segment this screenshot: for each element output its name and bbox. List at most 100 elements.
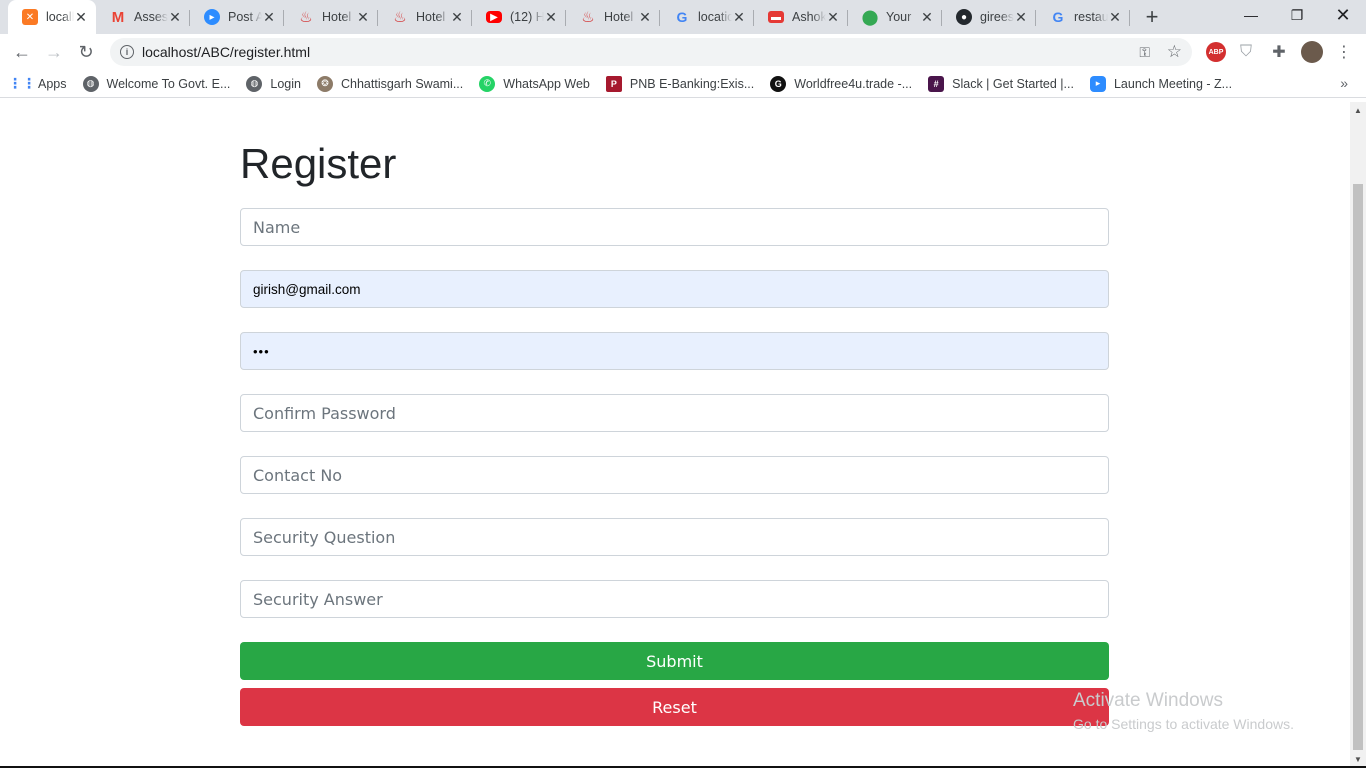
close-icon[interactable]: ✕ [1014,9,1028,26]
close-window-button[interactable]: ✕ [1320,0,1366,30]
menu-icon[interactable]: ⋮ [1334,42,1354,62]
xampp-icon: ✕ [22,9,38,25]
bookmark-item[interactable]: # Slack | Get Started |... [920,75,1082,92]
name-input[interactable] [240,208,1109,246]
close-icon[interactable]: ✕ [262,9,276,26]
scrollbar-thumb[interactable] [1353,184,1363,750]
bookmark-label: PNB E-Banking:Exis... [629,76,755,91]
extensions-icon[interactable]: ✚ [1269,42,1289,62]
browser-toolbar: ← → ↻ i localhost/ABC/register.html ⚿ ☆ … [0,34,1366,70]
scroll-up-icon[interactable]: ▲ [1354,106,1362,115]
apps-grid-icon: ⋮⋮ [8,75,36,91]
bookmark-item[interactable]: ❂ Chhattisgarh Swami... [309,75,471,92]
bookmark-star-icon[interactable]: ☆ [1167,42,1182,62]
security-answer-input[interactable] [240,580,1109,618]
confirm-password-input[interactable] [240,394,1109,432]
tab-item[interactable]: ♨ Hotel ✕ [566,0,660,34]
github-icon: ● [956,9,972,25]
bookmark-label: Chhattisgarh Swami... [340,76,464,91]
close-icon[interactable]: ✕ [74,9,88,26]
zoom-icon: ▸ [204,9,220,25]
close-icon[interactable]: ✕ [1108,9,1122,26]
tab-item[interactable]: G restaurant ✕ [1036,0,1130,34]
close-icon[interactable]: ✕ [826,9,840,26]
minimize-button[interactable]: — [1228,0,1274,30]
bookmark-label: Welcome To Govt. E... [106,76,231,91]
bookmark-item[interactable]: ▸ Launch Meeting - Z... [1082,75,1240,92]
emblem-icon: ❂ [316,75,333,92]
bookmark-item[interactable]: ◍ Login [238,75,309,92]
bookmark-item[interactable]: G Worldfree4u.trade -... [762,75,920,92]
close-icon[interactable]: ✕ [638,9,652,26]
chevron-right-icon[interactable]: » [1340,75,1348,91]
page-viewport: Register ••• Submit Reset Activate Windo… [0,102,1350,768]
tab-active[interactable]: ✕ localhost/ABC/register.html ✕ [8,0,96,34]
tab-title: Post Attendee [228,10,262,24]
hotel-icon: ♨ [393,9,407,26]
tab-item[interactable]: ♨ Hotel ✕ [378,0,472,34]
shield-icon[interactable]: ⛉ [1236,42,1256,62]
close-icon[interactable]: ✕ [732,9,746,26]
pnb-icon: P [605,75,622,92]
reset-button[interactable]: Reset [240,688,1109,726]
reload-button[interactable]: ↻ [70,36,102,68]
scroll-down-icon[interactable]: ▼ [1354,755,1362,764]
tab-item[interactable]: G location ✕ [660,0,754,34]
tab-title: localhost/ABC/register.html [46,10,74,24]
email-input[interactable] [240,270,1109,308]
tab-item[interactable]: ▬ Ashok ✕ [754,0,848,34]
tab-title: Assessments [134,10,168,24]
contact-input[interactable] [240,456,1109,494]
close-icon[interactable]: ✕ [450,9,464,26]
restore-button[interactable]: ❐ [1274,0,1320,30]
vertical-scrollbar[interactable]: ▲ ▼ [1350,102,1366,768]
tab-title: Hotel [322,10,352,24]
forward-button[interactable]: → [38,36,70,68]
bookmark-label: Login [270,76,301,91]
address-bar[interactable]: i localhost/ABC/register.html ⚿ ☆ [110,38,1192,66]
bookmark-apps[interactable]: ⋮⋮ Apps [0,75,75,92]
whatsapp-icon: ✆ [479,75,496,92]
tab-item[interactable]: ● gireesh ✕ [942,0,1036,34]
ashoka-icon: ▬ [768,11,784,23]
adblock-icon[interactable]: ABP [1206,42,1226,62]
youtube-icon: ▶ [486,11,502,23]
bookmark-item[interactable]: ✆ WhatsApp Web [471,75,598,92]
bookmark-label: Worldfree4u.trade -... [794,76,913,91]
tab-title: Hotel [604,10,634,24]
submit-button[interactable]: Submit [240,642,1109,680]
tab-item[interactable]: ▸ Post Attendee ✕ [190,0,284,34]
security-question-input[interactable] [240,518,1109,556]
bookmark-item[interactable]: P PNB E-Banking:Exis... [598,75,762,92]
avatar[interactable] [1301,41,1323,63]
bookmark-item[interactable]: ◍ Welcome To Govt. E... [75,75,239,92]
tab-item[interactable]: M Assessments ✕ [96,0,190,34]
page-title: Register [240,140,397,187]
info-icon[interactable]: i [120,45,134,59]
zoom-icon: ▸ [1089,75,1106,92]
close-icon[interactable]: ✕ [168,9,182,26]
tab-item[interactable]: ♨ Hotel ✕ [284,0,378,34]
close-icon[interactable]: ✕ [356,9,370,26]
hotel-icon: ♨ [581,9,595,26]
maps-icon: ⬤ [861,9,879,26]
url-text[interactable]: localhost/ABC/register.html [142,44,310,60]
tab-title: gireesh [980,10,1014,24]
tab-strip: ✕ localhost/ABC/register.html ✕ M Assess… [0,0,1366,34]
tab-item[interactable]: ▶ (12) H ✕ [472,0,566,34]
tab-title: location [698,10,732,24]
bookmark-label: Launch Meeting - Z... [1113,76,1233,91]
tab-title: restaurant [1074,10,1108,24]
back-button[interactable]: ← [6,36,38,68]
tab-title: Ashok [792,10,826,24]
password-input[interactable]: ••• [240,332,1109,370]
bookmarks-bar: ⋮⋮ Apps ◍ Welcome To Govt. E... ◍ Login … [0,70,1366,98]
close-icon[interactable]: ✕ [920,9,934,26]
google-icon: G [676,9,688,25]
bookmark-label: WhatsApp Web [503,76,590,91]
key-icon[interactable]: ⚿ [1139,44,1150,61]
close-icon[interactable]: ✕ [544,9,558,26]
new-tab-button[interactable]: + [1136,0,1168,34]
slack-icon: # [928,75,945,92]
tab-item[interactable]: ⬤ Your ✕ [848,0,942,34]
